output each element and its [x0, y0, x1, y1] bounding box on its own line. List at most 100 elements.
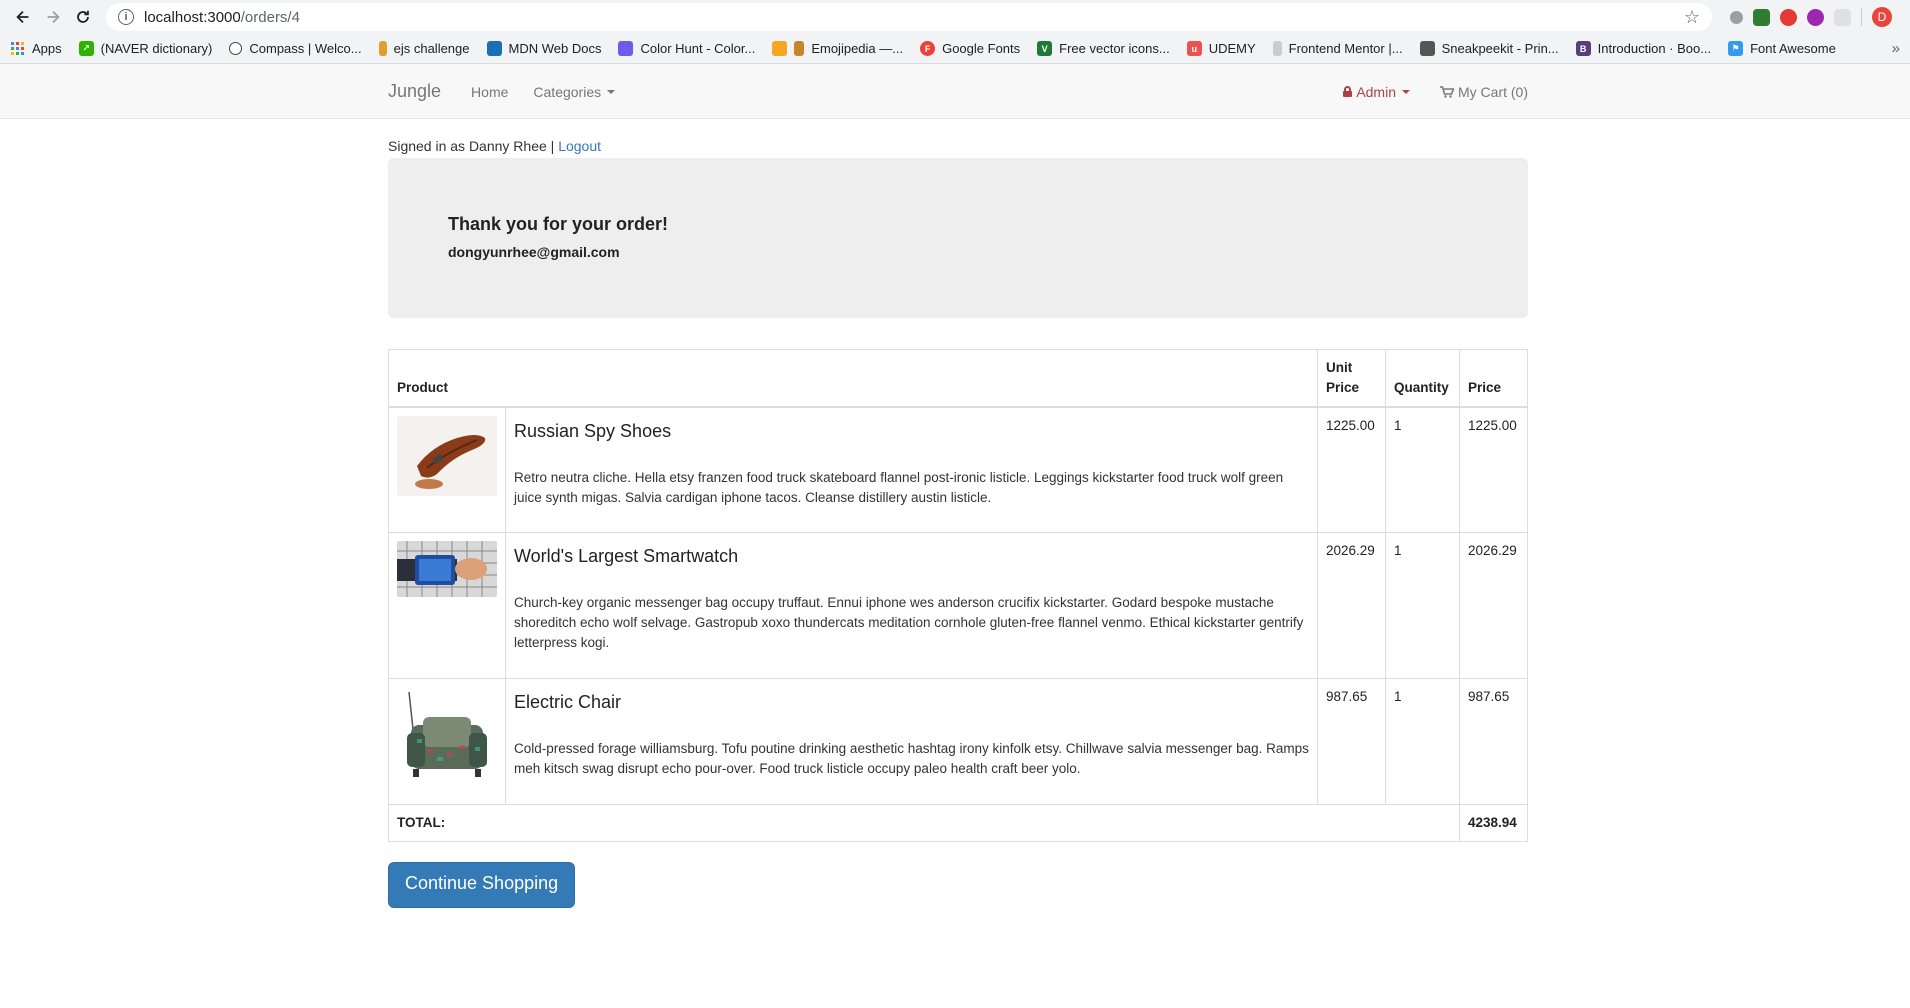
bookmark-mdn[interactable]: MDN Web Docs — [486, 41, 602, 56]
bookmark-label: MDN Web Docs — [508, 41, 602, 56]
bookmark-star-icon[interactable]: ☆ — [1684, 7, 1700, 28]
product-info-cell: Russian Spy Shoes Retro neutra cliche. H… — [505, 406, 1318, 532]
col-unit-price: Unit Price — [1317, 349, 1386, 408]
bookmark-label: (NAVER dictionary) — [100, 41, 213, 56]
mdn-icon — [486, 41, 502, 56]
bookmark-label: ejs challenge — [393, 41, 470, 56]
table-row: World's Largest Smartwatch Church-key or… — [388, 531, 1528, 678]
bookmark-label: Compass | Welco... — [249, 41, 362, 56]
nav-home[interactable]: Home — [471, 84, 508, 100]
order-items-table: Product Unit Price Quantity Price Russia… — [388, 349, 1528, 842]
extension-adblock-icon[interactable] — [1780, 8, 1797, 26]
bookmark-apps[interactable]: Apps — [10, 41, 62, 56]
product-name: Russian Spy Shoes — [514, 421, 672, 441]
udemy-icon: u — [1186, 41, 1202, 56]
bookmark-naver[interactable]: ↗ (NAVER dictionary) — [78, 41, 213, 56]
unit-price-cell: 2026.29 — [1317, 531, 1386, 678]
back-icon[interactable] — [8, 2, 38, 32]
price-cell: 2026.29 — [1459, 531, 1528, 678]
table-header-row: Product Unit Price Quantity Price — [388, 349, 1528, 408]
address-bar[interactable]: i localhost:3000/orders/4 ☆ — [106, 3, 1712, 31]
bookmark-bootstrap[interactable]: B Introduction · Boo... — [1575, 41, 1711, 56]
bookmark-label: Sneakpeekit - Prin... — [1441, 41, 1559, 56]
bookmark-frontend-mentor[interactable]: Frontend Mentor |... — [1272, 41, 1403, 56]
emojipedia-icon — [772, 41, 788, 56]
extension-tree-icon[interactable] — [1753, 8, 1770, 26]
bookmark-label: Font Awesome — [1750, 41, 1836, 56]
bookmark-google-fonts[interactable]: F Google Fonts — [920, 41, 1020, 56]
profile-avatar[interactable]: D — [1872, 7, 1892, 27]
bookmark-label: Google Fonts — [942, 41, 1021, 56]
categories-label: Categories — [533, 83, 602, 100]
compass-icon — [229, 42, 243, 55]
product-image-cell — [388, 531, 506, 678]
url-path: /orders/4 — [240, 8, 300, 26]
quantity-cell: 1 — [1385, 677, 1460, 804]
admin-dropdown[interactable]: Admin — [1343, 84, 1410, 100]
total-value: 4238.94 — [1459, 803, 1528, 841]
col-quantity: Quantity — [1385, 349, 1460, 408]
site-info-icon[interactable]: i — [118, 9, 134, 25]
my-cart-link[interactable]: My Cart (0) — [1440, 84, 1528, 100]
signin-text: Signed in as Danny Rhee | — [388, 138, 559, 154]
logout-link[interactable]: Logout — [558, 138, 601, 154]
continue-shopping-button[interactable]: Continue Shopping — [388, 861, 576, 908]
bookmark-emojipedia[interactable]: Emojipedia —... — [772, 41, 903, 56]
google-fonts-icon: F — [920, 41, 936, 56]
product-info-cell: World's Largest Smartwatch Church-key or… — [505, 531, 1318, 678]
order-email: dongyunrhee@gmail.com — [448, 244, 620, 260]
product-info-cell: Electric Chair Cold-pressed forage willi… — [505, 677, 1318, 804]
product-name: Electric Chair — [514, 691, 622, 712]
caret-down-icon — [1402, 89, 1410, 94]
bookmarks-overflow-icon[interactable]: » — [1892, 40, 1900, 57]
font-awesome-flag-icon: ⚑ — [1728, 41, 1744, 56]
freepik-icon: V — [1037, 41, 1053, 56]
extension-blank-icon[interactable] — [1834, 8, 1851, 26]
bookmark-label: Color Hunt - Color... — [640, 41, 756, 56]
quantity-cell: 1 — [1385, 531, 1460, 678]
extension-colorpicker-icon[interactable] — [1807, 8, 1824, 26]
quantity-cell: 1 — [1385, 406, 1460, 532]
bookmark-udemy[interactable]: u UDEMY — [1186, 41, 1256, 56]
brand-logo[interactable]: Jungle — [388, 81, 441, 102]
browser-toolbar: i localhost:3000/orders/4 ☆ D — [0, 0, 1910, 34]
extension-bug-icon[interactable] — [1730, 10, 1743, 24]
shopping-cart-icon — [1440, 85, 1454, 98]
sneakpeekit-grid-icon — [1419, 41, 1435, 56]
bookmark-sneakpeekit[interactable]: Sneakpeekit - Prin... — [1419, 41, 1559, 56]
table-row: Russian Spy Shoes Retro neutra cliche. H… — [388, 406, 1528, 532]
bookmark-colorhunt[interactable]: Color Hunt - Color... — [618, 41, 755, 56]
forward-icon[interactable] — [38, 2, 68, 32]
frontend-mentor-icon — [1272, 41, 1282, 56]
bookmark-font-awesome[interactable]: ⚑ Font Awesome — [1728, 41, 1836, 56]
nav-categories-dropdown[interactable]: Categories — [533, 83, 616, 100]
total-label: TOTAL: — [388, 803, 1460, 841]
product-image-cell — [388, 406, 506, 532]
apps-grid-icon — [10, 41, 25, 56]
col-price: Price — [1459, 349, 1528, 408]
bookmarks-bar: Apps ↗ (NAVER dictionary) Compass | Welco… — [0, 34, 1910, 64]
product-description: Cold-pressed forage williamsburg. Tofu p… — [514, 740, 1309, 776]
product-image-electric-chair — [397, 686, 497, 787]
bookmark-label: Frontend Mentor |... — [1288, 41, 1403, 56]
ejs-icon — [378, 41, 387, 56]
signin-status: Signed in as Danny Rhee | Logout — [388, 138, 1528, 158]
bootstrap-icon: B — [1575, 41, 1591, 56]
app-navbar: Jungle Home Categories Admin My Cart (0) — [0, 64, 1910, 119]
bookmark-label: Apps — [32, 41, 62, 56]
caret-down-icon — [607, 89, 616, 94]
colorhunt-icon — [618, 41, 634, 56]
bookmark-compass[interactable]: Compass | Welco... — [229, 41, 362, 56]
order-page: Signed in as Danny Rhee | Logout Thank y… — [388, 138, 1528, 908]
bookmark-ejs[interactable]: ejs challenge — [378, 41, 470, 56]
reload-icon[interactable] — [68, 2, 98, 32]
product-image-smartwatch — [397, 540, 497, 597]
admin-label: Admin — [1356, 83, 1396, 100]
price-cell: 987.65 — [1459, 677, 1528, 804]
extensions: D — [1712, 7, 1902, 27]
product-description: Church-key organic messenger bag occupy … — [514, 594, 1304, 650]
bookmark-freepik[interactable]: V Free vector icons... — [1037, 41, 1170, 56]
price-cell: 1225.00 — [1459, 406, 1528, 532]
url-host: localhost:3000 — [144, 8, 241, 26]
order-confirmation-panel: Thank you for your order! dongyunrhee@gm… — [388, 158, 1528, 318]
